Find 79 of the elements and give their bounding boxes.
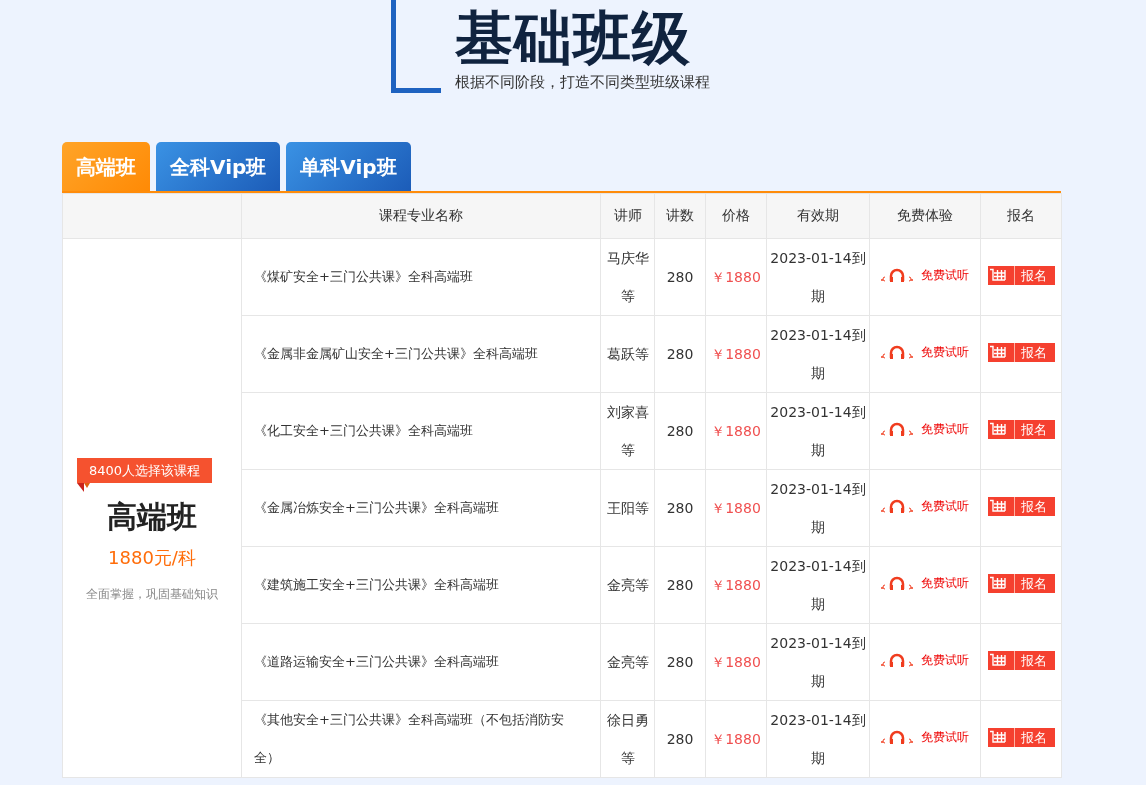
section-subtitle: 根据不同阶段，打造不同类型班级课程 [455, 73, 710, 92]
free-trial-link[interactable]: 免费试听 [881, 576, 969, 590]
column-header: 有效期 [766, 193, 870, 239]
teacher-cell: 刘家喜等 [600, 392, 655, 470]
course-name: 《金属冶炼安全+三门公共课》全科高端班 [241, 469, 601, 547]
cart-icon [989, 653, 1008, 667]
signup-button[interactable]: 报名 [987, 650, 1055, 670]
class-description: 全面掌握，巩固基础知识 [86, 586, 218, 603]
headphones-icon [881, 730, 913, 744]
lecture-count: 280 [654, 623, 706, 701]
price-cell: ￥1880 [705, 238, 767, 316]
free-trial-link[interactable]: 免费试听 [881, 268, 969, 282]
signup-button[interactable]: 报名 [987, 419, 1055, 439]
tab[interactable]: 单科Vip班 [286, 142, 411, 191]
headphones-icon [881, 576, 913, 590]
headphones-icon [881, 422, 913, 436]
lecture-count: 280 [654, 546, 706, 624]
course-name: 《煤矿安全+三门公共课》全科高端班 [241, 238, 601, 316]
lecture-count: 280 [654, 315, 706, 393]
column-header: 价格 [705, 193, 767, 239]
course-name: 《道路运输安全+三门公共课》全科高端班 [241, 623, 601, 701]
section-title: 基础班级 [455, 5, 692, 71]
free-trial-link[interactable]: 免费试听 [881, 730, 969, 744]
teacher-cell: 王阳等 [600, 469, 655, 547]
enrollment-badge: 8400人选择该课程 [77, 458, 213, 483]
cart-icon [989, 345, 1008, 359]
cart-icon [989, 268, 1008, 282]
teacher-cell: 徐日勇等 [600, 700, 655, 778]
validity-cell: 2023-01-14到期 [766, 392, 870, 470]
column-header: 讲师 [600, 193, 655, 239]
teacher-cell: 葛跃等 [600, 315, 655, 393]
free-trial-link[interactable]: 免费试听 [881, 345, 969, 359]
headphones-icon [881, 499, 913, 513]
signup-button[interactable]: 报名 [987, 573, 1055, 593]
free-trial-link[interactable]: 免费试听 [881, 422, 969, 436]
signup-button[interactable]: 报名 [987, 727, 1055, 747]
signup-button[interactable]: 报名 [987, 342, 1055, 362]
price-cell: ￥1880 [705, 700, 767, 778]
ribbon-fold-icon [77, 483, 91, 492]
headphones-icon [881, 268, 913, 282]
price-cell: ￥1880 [705, 315, 767, 393]
price-cell: ￥1880 [705, 546, 767, 624]
validity-cell: 2023-01-14到期 [766, 315, 870, 393]
course-name: 《建筑施工安全+三门公共课》全科高端班 [241, 546, 601, 624]
cart-icon [989, 422, 1008, 436]
lecture-count: 280 [654, 469, 706, 547]
free-trial-link[interactable]: 免费试听 [881, 653, 969, 667]
validity-cell: 2023-01-14到期 [766, 546, 870, 624]
cart-icon [989, 576, 1008, 590]
validity-cell: 2023-01-14到期 [766, 700, 870, 778]
course-name: 《化工安全+三门公共课》全科高端班 [241, 392, 601, 470]
headphones-icon [881, 653, 913, 667]
course-name: 《其他安全+三门公共课》全科高端班（不包括消防安全） [241, 700, 601, 778]
class-name: 高端班 [107, 498, 197, 536]
course-name: 《金属非金属矿山安全+三门公共课》全科高端班 [241, 315, 601, 393]
column-header: 讲数 [654, 193, 706, 239]
column-header: 报名 [980, 193, 1062, 239]
column-header: 课程专业名称 [241, 193, 601, 239]
teacher-cell: 金亮等 [600, 546, 655, 624]
class-price: 1880元/科 [108, 546, 196, 570]
validity-cell: 2023-01-14到期 [766, 623, 870, 701]
price-cell: ￥1880 [705, 392, 767, 470]
cart-icon [989, 499, 1008, 513]
cart-icon [989, 730, 1008, 744]
tab[interactable]: 全科Vip班 [156, 142, 281, 191]
validity-cell: 2023-01-14到期 [766, 469, 870, 547]
lecture-count: 280 [654, 700, 706, 778]
lecture-count: 280 [654, 238, 706, 316]
signup-button[interactable]: 报名 [987, 496, 1055, 516]
validity-cell: 2023-01-14到期 [766, 238, 870, 316]
column-header: 免费体验 [869, 193, 981, 239]
signup-button[interactable]: 报名 [987, 265, 1055, 285]
headphones-icon [881, 345, 913, 359]
teacher-cell: 金亮等 [600, 623, 655, 701]
lecture-count: 280 [654, 392, 706, 470]
price-cell: ￥1880 [705, 623, 767, 701]
teacher-cell: 马庆华等 [600, 238, 655, 316]
free-trial-link[interactable]: 免费试听 [881, 499, 969, 513]
price-cell: ￥1880 [705, 469, 767, 547]
